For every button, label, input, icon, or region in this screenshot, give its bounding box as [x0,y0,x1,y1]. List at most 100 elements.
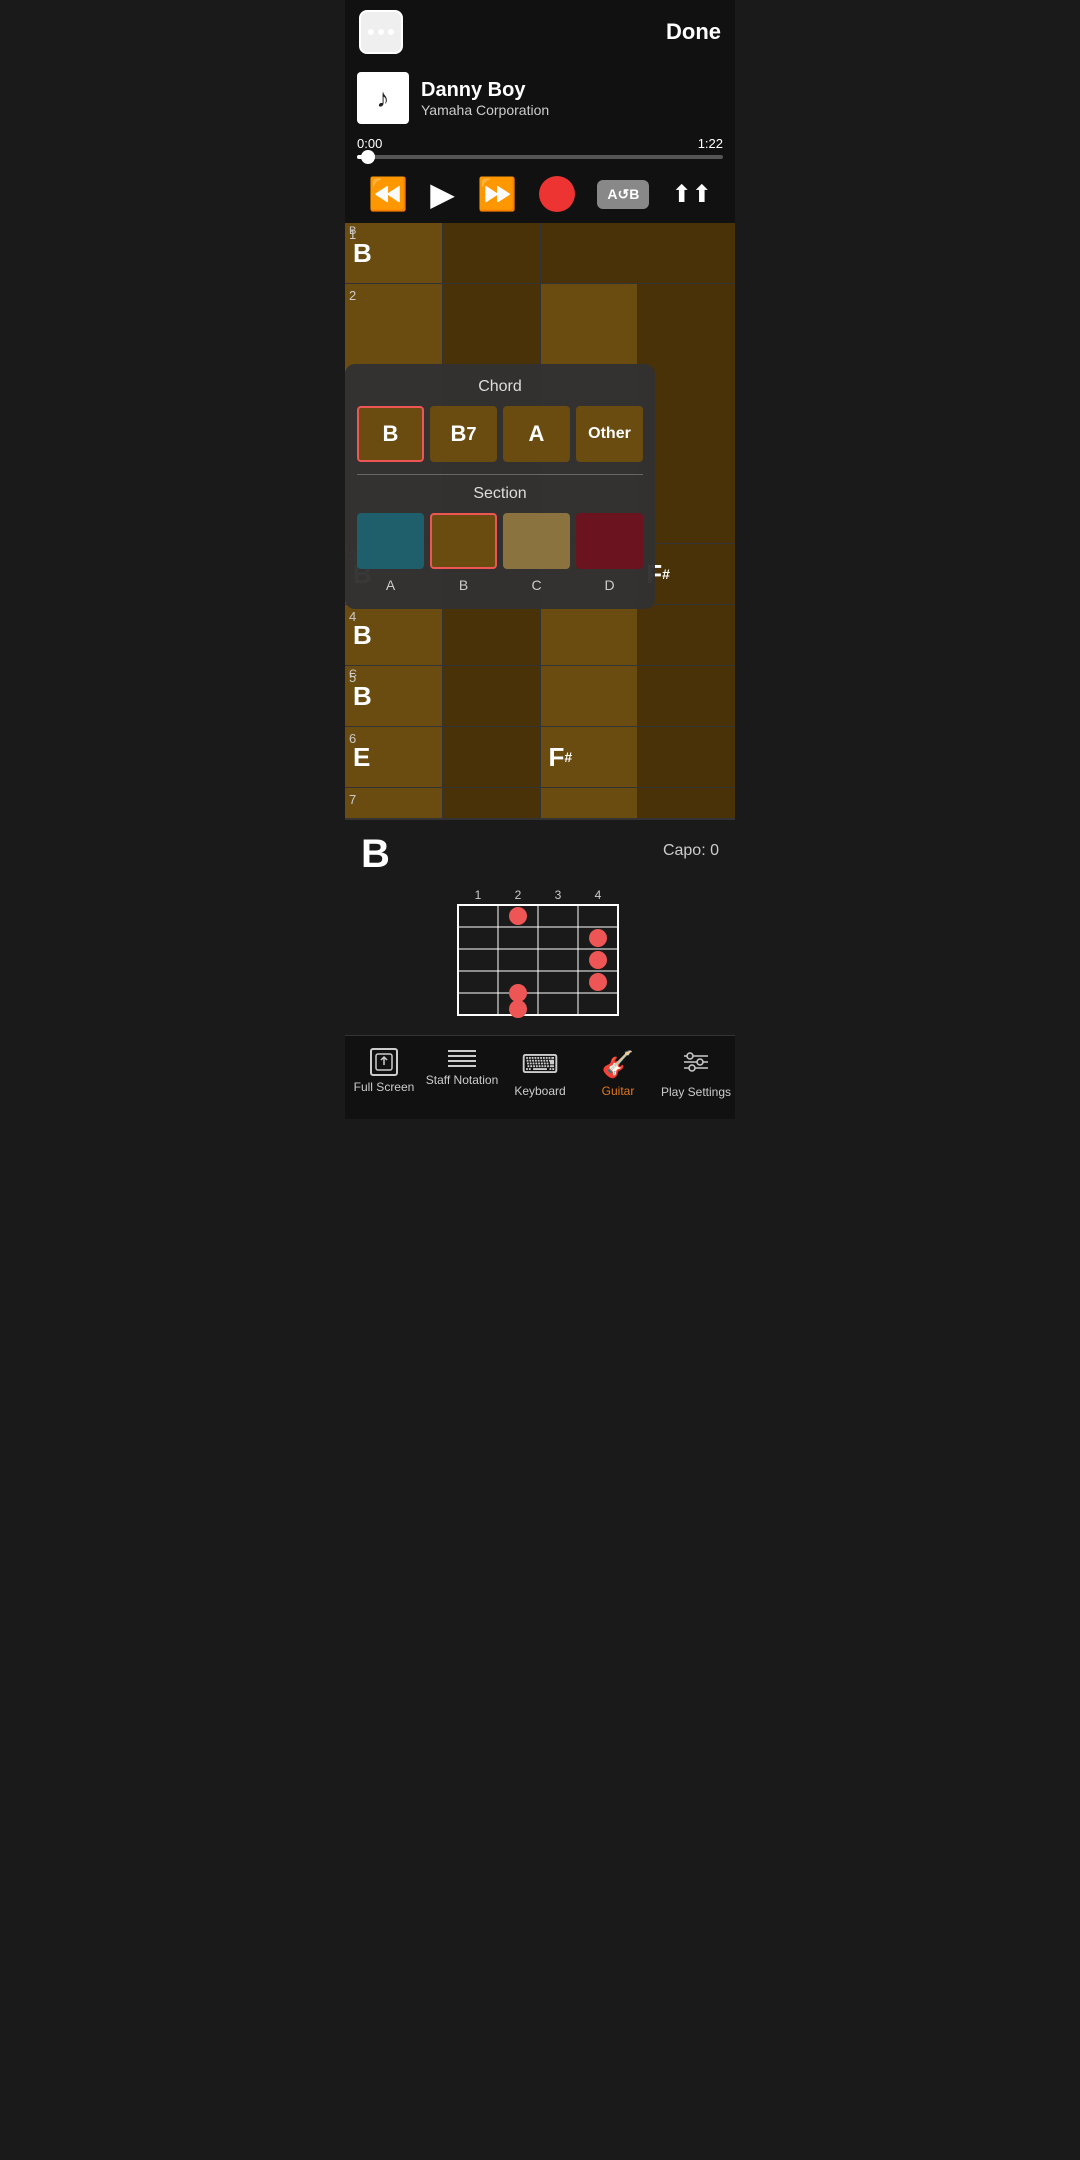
total-time: 1:22 [698,136,723,151]
chord-cell[interactable]: E [345,727,443,787]
section-labels: A B C D [357,577,643,593]
chord-cell[interactable] [638,666,735,726]
guitar-icon [602,1048,634,1080]
progress-area: 0:00 1:22 [345,132,735,165]
album-art: ♪ [357,72,409,124]
chord-cell[interactable] [638,223,735,283]
queue-button[interactable] [672,180,712,209]
record-icon [539,176,575,212]
progress-thumb[interactable] [361,150,375,164]
play-icon [430,175,455,213]
measure-row: 7 [345,788,735,819]
progress-times: 0:00 1:22 [357,136,723,151]
measures-area: 1 B B 2 Chord B B7 A Other [345,223,735,819]
chord-cell[interactable] [541,788,639,818]
section-option-d[interactable] [576,513,643,569]
done-button[interactable]: Done [666,19,721,45]
section-label-b: B [430,577,497,593]
measure-cells: C B [345,666,735,726]
svg-text:2: 2 [515,888,522,902]
chord-cell[interactable]: C B [345,666,443,726]
fretboard-svg: 1 2 3 4 [430,885,650,1025]
section-option-c[interactable] [503,513,570,569]
chord-cell[interactable] [541,223,639,283]
chord-option-other[interactable]: Other [576,406,643,462]
chord-cell[interactable]: B B [345,223,443,283]
current-time: 0:00 [357,136,382,151]
chord-cell[interactable] [443,605,541,665]
section-options [357,513,643,569]
chord-cell[interactable] [541,666,639,726]
section-popup-title: Section [357,485,643,503]
transport-controls: A↺B [345,165,735,223]
bottom-navigation: Full Screen Staff Notation Keyboard Guit… [345,1035,735,1119]
chord-option-b7[interactable]: B7 [430,406,497,462]
play-settings-icon [682,1048,710,1081]
nav-label-staff: Staff Notation [426,1073,499,1087]
ffwd-icon [477,175,517,213]
keyboard-icon [521,1048,559,1080]
song-title: Danny Boy [421,79,549,102]
play-button[interactable] [430,175,455,213]
chord-diagram-header: B Capo: 0 [361,832,719,877]
nav-label-keyboard: Keyboard [514,1084,565,1098]
section-option-b[interactable] [430,513,497,569]
chord-options: B B7 A Other [357,406,643,462]
measure-cells [345,788,735,818]
staff-notation-icon [448,1048,476,1069]
measure-row: 2 Chord B B7 A Other Section [345,284,735,544]
chord-cell[interactable]: F# [541,727,639,787]
measure-number: 4 [349,609,356,624]
section-label-d: D [576,577,643,593]
ab-icon: A↺B [597,180,649,209]
rewind-button[interactable] [368,175,408,213]
measure-number: 6 [349,731,356,746]
measure-number: 5 [349,670,356,685]
nav-item-guitar[interactable]: Guitar [579,1044,657,1103]
chord-cell[interactable] [443,788,541,818]
chord-cell[interactable] [638,605,735,665]
song-artist: Yamaha Corporation [421,102,549,118]
chord-option-b[interactable]: B [357,406,424,462]
measure-number: 7 [349,792,356,807]
fast-forward-button[interactable] [477,175,517,213]
chord-diagram-name: B [361,832,390,877]
svg-text:4: 4 [595,888,602,902]
record-button[interactable] [539,176,575,212]
chord-cell[interactable] [443,727,541,787]
fullscreen-icon [370,1048,398,1076]
nav-item-fullscreen[interactable]: Full Screen [345,1044,423,1103]
measure-row: 6 E F# [345,727,735,788]
chord-popup-title: Chord [357,378,643,396]
measure-row: 5 C B [345,666,735,727]
nav-item-staff[interactable]: Staff Notation [423,1044,501,1103]
measure-row: 1 B B [345,223,735,284]
chord-cell[interactable] [541,605,639,665]
chord-cell[interactable] [638,788,735,818]
nav-item-play-settings[interactable]: Play Settings [657,1044,735,1103]
popup-divider [357,474,643,475]
chord-cell[interactable] [345,788,443,818]
fretboard-container: 1 2 3 4 [361,885,719,1025]
chord-cell[interactable]: B [345,605,443,665]
rewind-icon [368,175,408,213]
music-note-icon: ♪ [377,83,390,114]
nav-item-keyboard[interactable]: Keyboard [501,1044,579,1103]
chord-cell[interactable] [443,223,541,283]
chord-cell[interactable] [638,727,735,787]
section-label-a: A [357,577,424,593]
queue-icon [672,180,712,209]
chord-diagram-area: B Capo: 0 1 2 3 4 [345,819,735,1035]
chord-option-a[interactable]: A [503,406,570,462]
svg-text:1: 1 [475,888,482,902]
section-option-a[interactable] [357,513,424,569]
measure-cells: B [345,605,735,665]
nav-label-play-settings: Play Settings [661,1085,731,1099]
ab-button[interactable]: A↺B [597,180,649,209]
measure-number: 2 [349,288,356,303]
chord-cell[interactable] [443,666,541,726]
menu-button[interactable] [359,10,403,54]
progress-track[interactable] [357,155,723,159]
measure-cells: E F# [345,727,735,787]
nav-label-fullscreen: Full Screen [354,1080,415,1094]
